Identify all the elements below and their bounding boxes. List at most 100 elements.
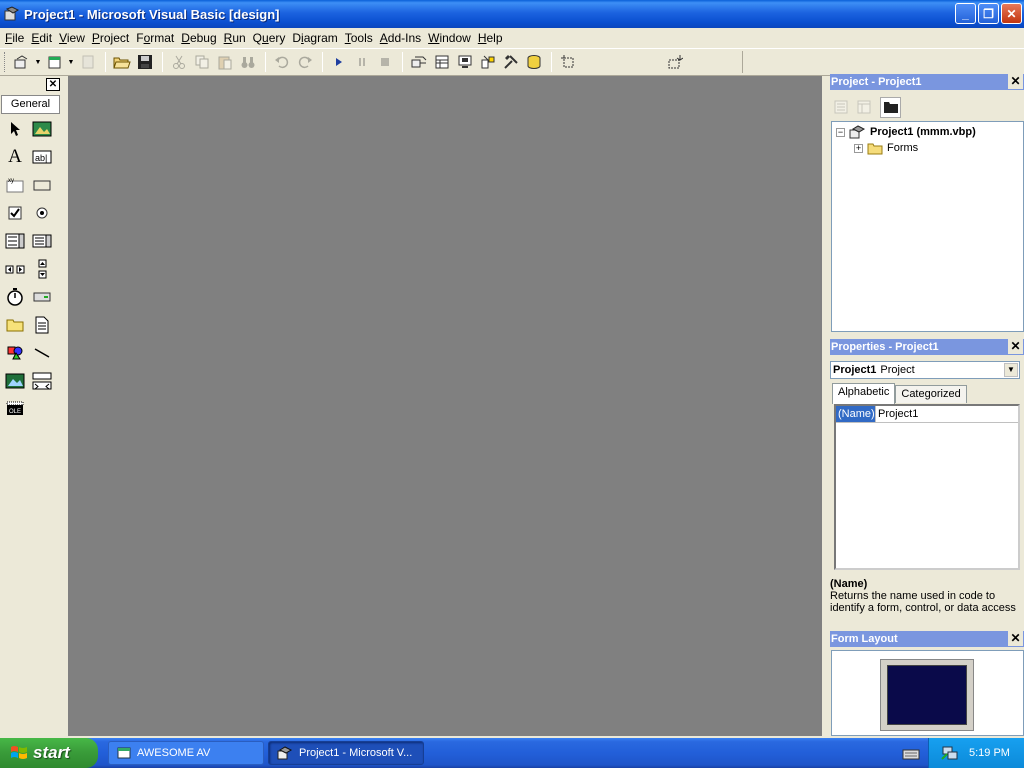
collapse-icon[interactable]: − bbox=[836, 127, 845, 137]
menu-edit[interactable]: Edit bbox=[28, 31, 55, 45]
property-value[interactable]: Project1 bbox=[876, 408, 918, 420]
menu-diagram[interactable]: Diagram bbox=[289, 31, 340, 45]
view-code-icon bbox=[834, 100, 847, 114]
language-bar-button[interactable] bbox=[900, 743, 921, 764]
menu-editor-button[interactable] bbox=[77, 52, 98, 73]
close-button[interactable]: ✕ bbox=[1001, 3, 1022, 24]
menu-add-ins[interactable]: Add-Ins bbox=[377, 31, 424, 45]
add-project-button[interactable] bbox=[11, 52, 32, 73]
toolbox-close-button[interactable]: ✕ bbox=[46, 78, 60, 91]
undo-button[interactable] bbox=[271, 52, 292, 73]
menu-view[interactable]: View bbox=[56, 31, 88, 45]
timer-tool[interactable] bbox=[4, 286, 26, 308]
menu-file[interactable]: File bbox=[2, 31, 27, 45]
save-project-button[interactable] bbox=[134, 52, 155, 73]
property-row[interactable]: (Name) Project1 bbox=[836, 406, 1018, 423]
tab-alphabetic[interactable]: Alphabetic bbox=[832, 383, 896, 404]
view-object-button[interactable] bbox=[853, 97, 874, 118]
properties-tabs: Alphabetic Categorized bbox=[832, 383, 967, 404]
clock[interactable]: 5:19 PM bbox=[969, 747, 1010, 759]
title-bar[interactable]: Project1 - Microsoft Visual Basic [desig… bbox=[0, 0, 1024, 28]
pointer-tool[interactable] bbox=[4, 118, 26, 140]
toolbar-grip[interactable] bbox=[4, 52, 7, 72]
start-button[interactable]: start bbox=[0, 738, 98, 768]
tab-categorized[interactable]: Categorized bbox=[895, 385, 967, 403]
add-form-button[interactable] bbox=[44, 52, 65, 73]
folder-icon bbox=[883, 102, 898, 113]
properties-window-button[interactable] bbox=[431, 52, 452, 73]
object-browser-icon bbox=[481, 55, 494, 69]
menu-help[interactable]: Help bbox=[475, 31, 506, 45]
toolbox-general-tab[interactable]: General bbox=[1, 95, 60, 114]
project-node-label: Project1 (mmm.vbp) bbox=[870, 126, 976, 138]
form-layout-button[interactable] bbox=[454, 52, 475, 73]
shape-tool[interactable] bbox=[4, 342, 26, 364]
optionbutton-tool[interactable] bbox=[31, 202, 53, 224]
menu-project[interactable]: Project bbox=[89, 31, 132, 45]
object-selector-combo[interactable]: Project1 Project ▼ bbox=[830, 361, 1020, 379]
filelistbox-tool[interactable] bbox=[31, 314, 53, 336]
combobox-tool[interactable] bbox=[4, 230, 26, 252]
textbox-tool[interactable]: ab| bbox=[31, 146, 53, 168]
menu-run[interactable]: Run bbox=[221, 31, 249, 45]
project-pane-close-button[interactable]: ✕ bbox=[1008, 74, 1023, 89]
open-project-button[interactable] bbox=[111, 52, 132, 73]
paste-button[interactable] bbox=[214, 52, 235, 73]
form-layout-close-button[interactable]: ✕ bbox=[1008, 631, 1023, 646]
tree-node-forms[interactable]: + Forms bbox=[854, 140, 918, 156]
menu-tools[interactable]: Tools bbox=[342, 31, 376, 45]
menu-query[interactable]: Query bbox=[250, 31, 289, 45]
break-button[interactable] bbox=[351, 52, 372, 73]
toggle-folders-button[interactable] bbox=[880, 96, 901, 118]
data-view-button[interactable] bbox=[523, 52, 544, 73]
taskbar-item-awesome-av[interactable]: AWESOME AV bbox=[108, 741, 264, 765]
toolbox-button[interactable] bbox=[500, 52, 521, 73]
menu-window[interactable]: Window bbox=[425, 31, 474, 45]
tree-node-project[interactable]: − Project1 (mmm.vbp) bbox=[836, 124, 976, 140]
menu-debug[interactable]: Debug bbox=[178, 31, 219, 45]
pause-icon bbox=[358, 58, 365, 66]
image-tool[interactable] bbox=[4, 370, 26, 392]
toolbar-separator bbox=[265, 52, 266, 72]
property-grid: (Name) Project1 bbox=[834, 404, 1020, 570]
data-control-icon bbox=[32, 372, 52, 390]
expand-icon[interactable]: + bbox=[854, 143, 863, 153]
cut-button[interactable] bbox=[168, 52, 189, 73]
vscrollbar-tool[interactable] bbox=[31, 258, 53, 280]
toolbar-end-divider bbox=[742, 51, 743, 73]
combobox-icon bbox=[5, 233, 25, 249]
vb-app-icon bbox=[4, 6, 20, 21]
view-code-button[interactable] bbox=[830, 97, 851, 118]
restore-button[interactable]: ❐ bbox=[978, 3, 999, 24]
redo-button[interactable] bbox=[294, 52, 315, 73]
paste-icon bbox=[218, 56, 231, 70]
picturebox-tool[interactable] bbox=[31, 118, 53, 140]
chevron-down-icon[interactable]: ▼ bbox=[1004, 363, 1018, 377]
hscrollbar-tool[interactable] bbox=[4, 258, 26, 280]
add-form-dropdown[interactable]: ▼ bbox=[67, 52, 75, 73]
find-button[interactable] bbox=[237, 52, 258, 73]
monitor-screen[interactable] bbox=[887, 665, 967, 725]
ole-tool[interactable]: OLE bbox=[4, 398, 26, 420]
object-browser-button[interactable] bbox=[477, 52, 498, 73]
properties-pane-close-button[interactable]: ✕ bbox=[1008, 339, 1023, 354]
label-tool[interactable]: A bbox=[4, 146, 26, 168]
end-button[interactable] bbox=[374, 52, 395, 73]
listbox-tool[interactable] bbox=[31, 230, 53, 252]
menu-format[interactable]: Format bbox=[133, 31, 177, 45]
project-explorer-button[interactable] bbox=[408, 52, 429, 73]
frame-tool[interactable]: xy bbox=[4, 174, 26, 196]
taskbar-item-vb[interactable]: Project1 - Microsoft V... bbox=[268, 741, 424, 765]
line-tool[interactable] bbox=[31, 342, 53, 364]
commandbutton-tool[interactable] bbox=[31, 174, 53, 196]
mdi-workspace[interactable] bbox=[68, 76, 822, 736]
minimize-button[interactable]: _ bbox=[955, 3, 976, 24]
start-button[interactable] bbox=[328, 52, 349, 73]
checkbox-tool[interactable] bbox=[4, 202, 26, 224]
data-tool[interactable] bbox=[31, 370, 53, 392]
dirlistbox-tool[interactable] bbox=[4, 314, 26, 336]
save-icon bbox=[137, 55, 152, 69]
copy-button[interactable] bbox=[191, 52, 212, 73]
add-project-dropdown[interactable]: ▼ bbox=[34, 52, 42, 73]
drivelistbox-tool[interactable] bbox=[31, 286, 53, 308]
